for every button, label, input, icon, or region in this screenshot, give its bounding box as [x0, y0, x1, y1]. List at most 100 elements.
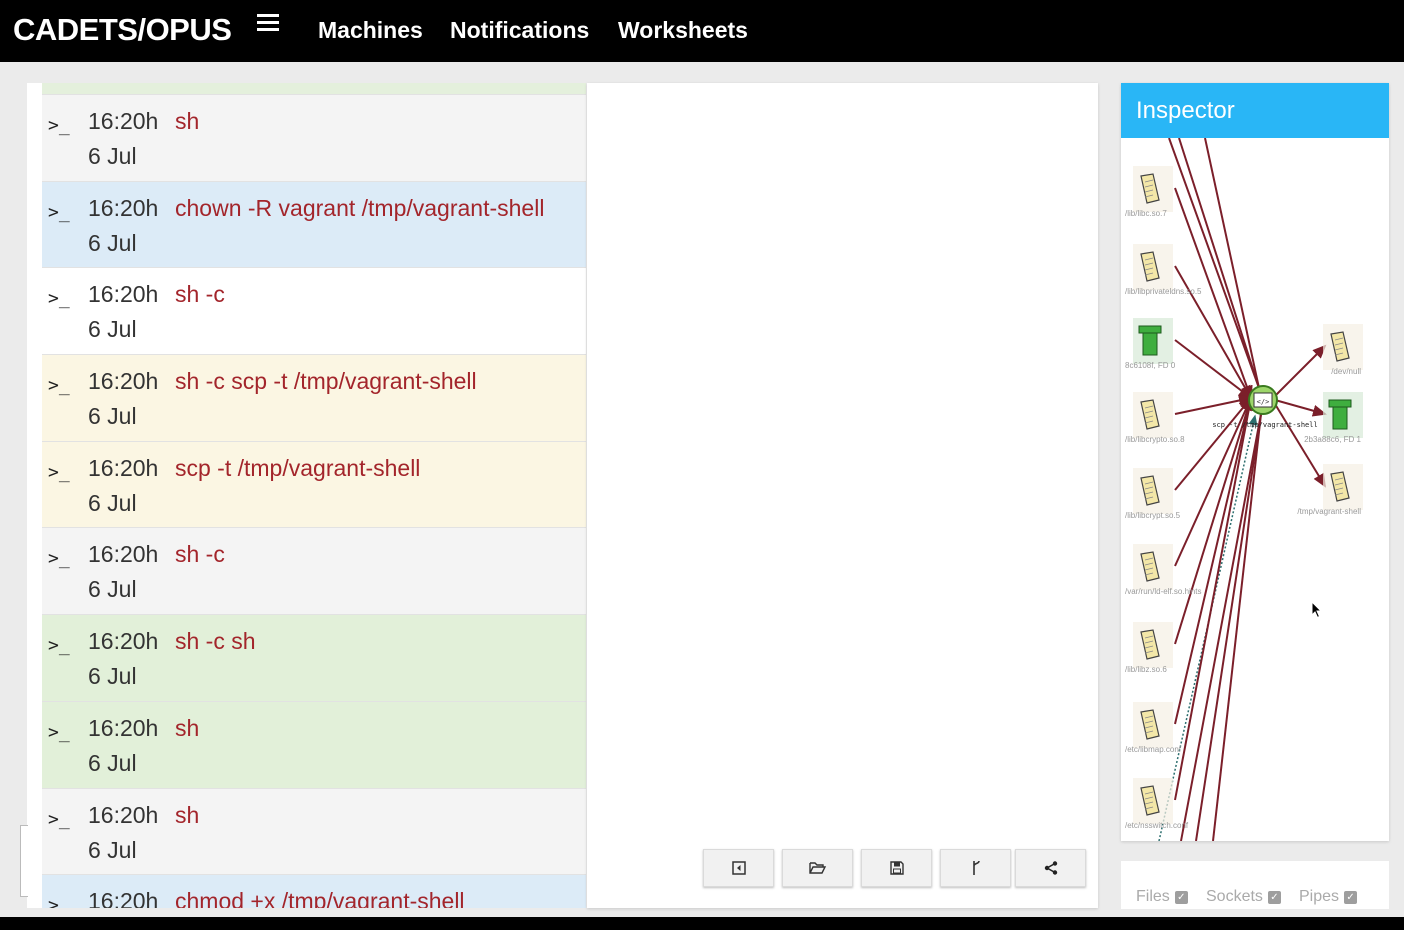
panel-edge: [27, 83, 42, 908]
command-history-panel: >_ 16:20h sh 6 Jul >_ 16:20h chown -R vagrant…: [27, 83, 586, 908]
command-item[interactable]: >_ 16:20h sh 6 Jul: [42, 700, 586, 788]
command-time: 16:20h: [88, 281, 159, 308]
node-label: /lib/libcrypt.so.5: [1125, 511, 1181, 520]
process-label: scp -t /tmp/vagrant-shell: [1212, 421, 1317, 429]
command-item[interactable]: >_ 16:20h chmod +x /tmp/vagrant-shell: [42, 874, 586, 908]
command-time: 16:20h: [88, 714, 159, 741]
terminal-prompt-icon: >_: [48, 548, 70, 570]
node-label: /etc/libmap.conf: [1125, 745, 1182, 754]
file-icon: /lib/libcrypt.so.5: [1125, 468, 1181, 520]
command-date: 6 Jul: [88, 229, 137, 256]
node-label: /dev/null: [1331, 367, 1361, 376]
fork-icon: [972, 860, 980, 875]
back-icon: [731, 861, 746, 875]
command-date: 6 Jul: [88, 403, 137, 430]
checkbox-checked-icon[interactable]: ✓: [1344, 890, 1358, 904]
command-item[interactable]: >_ 16:20h sh -c 6 Jul: [42, 527, 586, 615]
share-icon: [1044, 861, 1057, 875]
filter-label: Pipes: [1299, 888, 1340, 905]
save-button[interactable]: [861, 849, 932, 887]
command-time: 16:20h: [88, 454, 159, 481]
inspector-panel: Inspector /lib/libc.so.7/lib/libprivatel…: [1121, 83, 1389, 841]
node-label: /lib/libc.so.7: [1125, 209, 1167, 218]
command-time: 16:20h: [88, 108, 159, 134]
terminal-prompt-icon: >_: [48, 721, 70, 743]
provenance-graph[interactable]: /lib/libc.so.7/lib/libprivateldns.so.5 8c…: [1121, 138, 1389, 841]
graph-canvas[interactable]: [587, 83, 1098, 908]
command-date: 6 Jul: [88, 316, 137, 343]
command-item[interactable]: >_ 16:20h chown -R vagrant /tmp/vagrant-sh…: [42, 180, 586, 268]
command-item[interactable]: >_ 16:20h sh -c scp -t /tmp/vagrant-shell 6…: [42, 354, 586, 441]
nav-worksheets[interactable]: Worksheets: [618, 17, 748, 44]
back-button[interactable]: [703, 849, 774, 887]
filter-files[interactable]: Files ✓: [1136, 888, 1188, 906]
top-bar: CADETS/OPUS Machines Notifications Works…: [0, 0, 1404, 62]
file-icon: /lib/libc.so.7: [1125, 166, 1173, 218]
file-icon: /etc/nsswitch.conf: [1125, 778, 1189, 830]
open-button[interactable]: [782, 849, 853, 887]
app-title[interactable]: CADETS/OPUS: [13, 12, 232, 48]
command-date: 6 Jul: [88, 576, 137, 603]
command-text: scp -t /tmp/vagrant-shell: [175, 454, 421, 481]
command-item[interactable]: >_ 16:20h sh -c 6 Jul: [42, 267, 586, 355]
command-text: sh: [175, 714, 200, 741]
terminal-prompt-icon: >_: [48, 895, 70, 908]
inspector-filter-panel: Files ✓ Sockets ✓ Pipes ✓: [1121, 861, 1389, 909]
pipe-body: [1142, 332, 1158, 356]
command-time: 16:20h: [88, 628, 159, 655]
command-text: sh -c scp -t /tmp/vagrant-shell: [175, 368, 477, 395]
command-list: >_ 16:20h sh 6 Jul >_ 16:20h chown -R vagrant…: [42, 94, 586, 908]
command-item[interactable]: >_ 16:20h sh 6 Jul: [42, 94, 586, 181]
command-text: sh: [175, 801, 200, 828]
command-item[interactable]: >_ 16:20h sh -c sh 6 Jul: [42, 614, 586, 701]
terminal-prompt-icon: >_: [48, 201, 70, 223]
nav-notifications[interactable]: Notifications: [450, 17, 589, 44]
command-time: 16:20h: [88, 801, 159, 828]
file-icon: /var/run/ld-elf.so.hints: [1125, 544, 1201, 596]
pipe-cap: [1328, 399, 1352, 408]
file-icon: /tmp/vagrant-shell: [1297, 464, 1363, 516]
command-time: 16:20h: [88, 368, 159, 395]
node-label: /etc/nsswitch.conf: [1125, 821, 1189, 830]
save-icon: [889, 861, 904, 875]
graph-edge: [1178, 138, 1260, 389]
command-time: 16:20h: [88, 541, 159, 568]
pipe-icon: 2b3a88c6, FD 1: [1304, 392, 1363, 444]
node-label: 8c6108f, FD 0: [1125, 361, 1176, 370]
terminal-prompt-icon: >_: [48, 375, 70, 397]
command-text: sh -c sh: [175, 628, 256, 655]
pipe-cap: [1138, 325, 1162, 334]
terminal-prompt-icon: >_: [48, 461, 70, 483]
command-text: sh: [175, 108, 200, 134]
nav-machines[interactable]: Machines: [318, 17, 423, 44]
file-icon: /lib/libz.so.6: [1125, 622, 1173, 674]
terminal-prompt-icon: >_: [48, 115, 70, 136]
command-text: sh -c: [175, 281, 225, 308]
previous-item-strip: [42, 83, 586, 94]
fork-button[interactable]: [940, 849, 1011, 887]
command-date: 6 Jul: [88, 489, 137, 516]
command-time: 16:20h: [88, 194, 159, 221]
file-icon: /etc/libmap.conf: [1125, 702, 1182, 754]
terminal-prompt-icon: >_: [48, 288, 70, 310]
node-label: /tmp/vagrant-shell: [1297, 507, 1361, 516]
node-label: /lib/libz.so.6: [1125, 665, 1167, 674]
filter-label: Files: [1136, 888, 1170, 905]
bottom-bar: [0, 917, 1404, 930]
command-item[interactable]: >_ 16:20h sh 6 Jul: [42, 787, 586, 875]
file-icon: /lib/libprivateldns.so.5: [1125, 244, 1202, 296]
code-glyph: </>: [1257, 398, 1270, 406]
share-button[interactable]: [1015, 849, 1086, 887]
checkbox-checked-icon[interactable]: ✓: [1174, 890, 1188, 904]
side-tab[interactable]: [20, 825, 28, 897]
filter-sockets[interactable]: Sockets ✓: [1206, 888, 1281, 906]
command-text: sh -c: [175, 541, 225, 568]
file-icon: /lib/libcrypto.so.8: [1125, 392, 1185, 444]
command-item[interactable]: >_ 16:20h scp -t /tmp/vagrant-shell 6 Jul: [42, 440, 586, 528]
checkbox-checked-icon[interactable]: ✓: [1267, 890, 1281, 904]
filter-pipes[interactable]: Pipes ✓: [1299, 888, 1358, 906]
command-date: 6 Jul: [88, 663, 137, 690]
command-date: 6 Jul: [88, 143, 137, 169]
command-date: 6 Jul: [88, 836, 137, 863]
hamburger-menu-icon[interactable]: [257, 14, 279, 32]
